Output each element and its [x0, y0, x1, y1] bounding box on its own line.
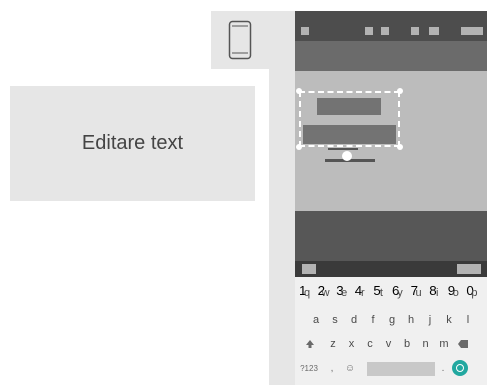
key-8[interactable]: o — [448, 283, 464, 303]
status-indicator — [429, 27, 439, 35]
cursor-line — [328, 148, 358, 150]
keyboard: q1w2e3r4t5y6u7i8o9p0 asdfghjkl zxcvbnm ?… — [295, 277, 487, 385]
keyboard-row: ?123 , ☺ . — [295, 359, 487, 379]
smartphone-icon — [228, 20, 252, 60]
key-m[interactable]: m — [436, 334, 452, 354]
key-l[interactable]: l — [460, 310, 476, 330]
key-g[interactable]: g — [384, 310, 400, 330]
shift-icon — [306, 340, 314, 348]
period-key[interactable]: . — [435, 359, 451, 379]
key-wrapper: p0 — [466, 283, 482, 303]
key-1[interactable]: w — [318, 283, 334, 303]
suggestion-area — [295, 211, 487, 261]
key-n[interactable]: n — [418, 334, 434, 354]
key-c[interactable]: c — [362, 334, 378, 354]
symbols-key[interactable]: ?123 — [297, 359, 321, 379]
key-6[interactable]: u — [411, 283, 427, 303]
keyboard-row: asdfghjkl — [295, 310, 487, 330]
key-3[interactable]: r — [355, 283, 371, 303]
feature-title: Editare text — [81, 132, 184, 154]
keyboard-row: zxcvbnm — [295, 334, 487, 354]
phone-illustration: q1w2e3r4t5y6u7i8o9p0 asdfghjkl zxcvbnm ?… — [295, 11, 487, 385]
keyboard-toolbar — [295, 261, 487, 277]
comma-key[interactable]: , — [324, 359, 340, 379]
backspace-key[interactable] — [455, 334, 471, 354]
selection-handle[interactable] — [397, 144, 403, 150]
key-wrapper: i8 — [429, 283, 445, 303]
key-5[interactable]: y — [392, 283, 408, 303]
toolbar-right-button[interactable] — [457, 264, 481, 274]
key-wrapper: e3 — [336, 283, 352, 303]
emoji-key[interactable]: ☺ — [342, 359, 358, 379]
cursor-handle[interactable] — [342, 151, 352, 161]
status-bar — [295, 11, 487, 41]
key-d[interactable]: d — [346, 310, 362, 330]
battery-indicator — [461, 27, 483, 35]
key-s[interactable]: s — [327, 310, 343, 330]
key-wrapper: t5 — [373, 283, 389, 303]
status-indicator — [411, 27, 419, 35]
key-v[interactable]: v — [381, 334, 397, 354]
key-b[interactable]: b — [399, 334, 415, 354]
app-bar — [295, 41, 487, 71]
status-indicator — [365, 27, 373, 35]
text-selection-box[interactable] — [299, 91, 400, 147]
search-key[interactable] — [452, 360, 468, 376]
status-indicator — [381, 27, 389, 35]
selection-handle[interactable] — [296, 88, 302, 94]
key-j[interactable]: j — [422, 310, 438, 330]
selection-handle[interactable] — [296, 144, 302, 150]
key-wrapper: r4 — [355, 283, 371, 303]
keyboard-row: q1w2e3r4t5y6u7i8o9p0 — [295, 283, 487, 303]
key-h[interactable]: h — [403, 310, 419, 330]
key-2[interactable]: e — [336, 283, 352, 303]
key-wrapper: y6 — [392, 283, 408, 303]
key-z[interactable]: z — [325, 334, 341, 354]
key-9[interactable]: p — [466, 283, 482, 303]
key-x[interactable]: x — [344, 334, 360, 354]
side-panel — [269, 11, 295, 385]
key-a[interactable]: a — [308, 310, 324, 330]
key-0[interactable]: q — [299, 283, 315, 303]
key-wrapper: q1 — [299, 283, 315, 303]
feature-card: Editare text — [10, 86, 255, 201]
content-area — [295, 71, 487, 211]
toolbar-left-button[interactable] — [302, 264, 316, 274]
shift-key[interactable] — [302, 334, 318, 354]
device-type-tab[interactable] — [211, 11, 269, 69]
status-indicator — [301, 27, 309, 35]
key-7[interactable]: i — [429, 283, 445, 303]
key-wrapper: o9 — [448, 283, 464, 303]
key-f[interactable]: f — [365, 310, 381, 330]
backspace-icon — [458, 340, 468, 348]
key-4[interactable]: t — [373, 283, 389, 303]
selection-handle[interactable] — [397, 88, 403, 94]
key-wrapper: w2 — [318, 283, 334, 303]
key-wrapper: u7 — [411, 283, 427, 303]
space-bar[interactable] — [367, 362, 435, 376]
key-k[interactable]: k — [441, 310, 457, 330]
